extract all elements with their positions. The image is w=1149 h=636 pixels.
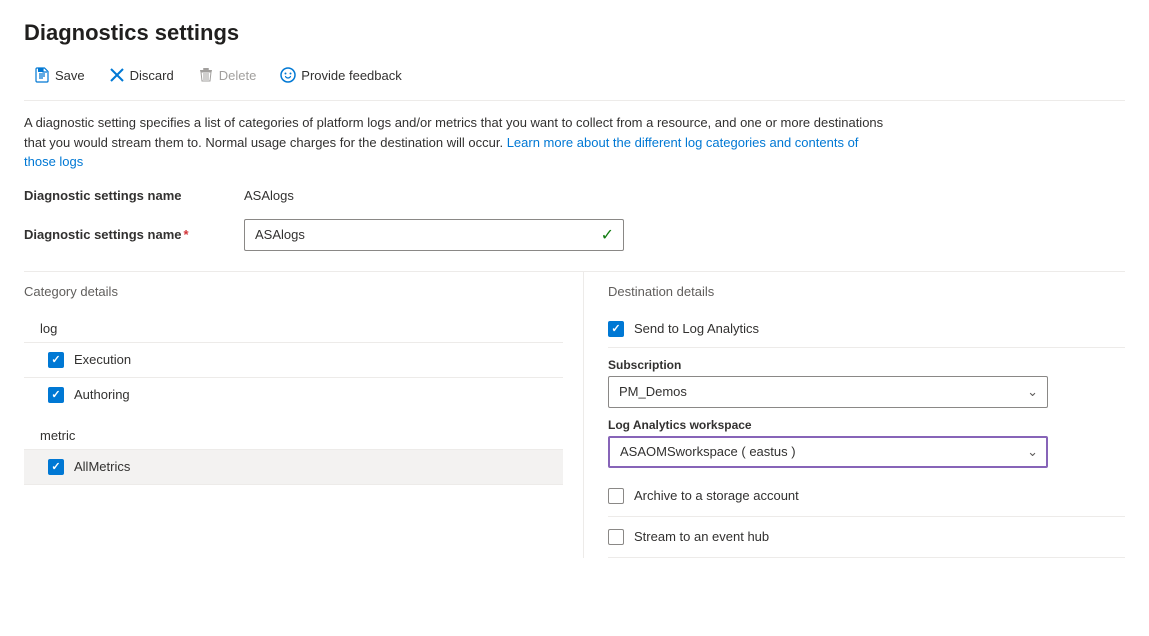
metric-group: metric AllMetrics: [24, 420, 563, 485]
subscription-select[interactable]: PM_Demos: [608, 376, 1048, 408]
input-valid-icon: ✓: [601, 225, 614, 245]
subscription-section: Subscription PM_Demos ⌄: [608, 358, 1125, 408]
log-group-label: log: [24, 311, 563, 342]
delete-icon: [198, 67, 214, 83]
settings-name-static-row: Diagnostic settings name ASAlogs: [24, 188, 1125, 203]
category-item-allmetrics: AllMetrics: [24, 449, 563, 485]
settings-name-static-label: Diagnostic settings name: [24, 188, 244, 203]
category-item-authoring: Authoring: [24, 377, 563, 412]
page-title: Diagnostics settings: [24, 20, 1125, 46]
execution-label: Execution: [74, 352, 131, 367]
stream-event-hub-label: Stream to an event hub: [634, 529, 769, 544]
archive-storage-row: Archive to a storage account: [608, 476, 1125, 517]
two-col-layout: Category details log Execution Authoring…: [24, 271, 1125, 558]
description-block: A diagnostic setting specifies a list of…: [24, 113, 884, 172]
subscription-select-wrapper: PM_Demos ⌄: [608, 376, 1048, 408]
metric-group-label: metric: [24, 420, 563, 449]
archive-storage-label: Archive to a storage account: [634, 488, 799, 503]
required-indicator: *: [183, 227, 188, 242]
archive-storage-checkbox[interactable]: [608, 488, 624, 504]
delete-label: Delete: [219, 68, 257, 83]
authoring-label: Authoring: [74, 387, 130, 402]
feedback-button[interactable]: Provide feedback: [270, 62, 411, 88]
save-icon: [34, 67, 50, 83]
save-button[interactable]: Save: [24, 62, 95, 88]
discard-button[interactable]: Discard: [99, 62, 184, 88]
authoring-checkbox[interactable]: [48, 387, 64, 403]
send-log-analytics-row: Send to Log Analytics: [608, 311, 1125, 348]
execution-checkbox[interactable]: [48, 352, 64, 368]
category-item-execution: Execution: [24, 342, 563, 377]
feedback-icon: [280, 67, 296, 83]
workspace-select[interactable]: ASAOMSworkspace ( eastus ): [608, 436, 1048, 468]
feedback-label: Provide feedback: [301, 68, 401, 83]
category-section-title: Category details: [24, 284, 563, 299]
name-input-wrapper: ✓: [244, 219, 624, 251]
workspace-label: Log Analytics workspace: [608, 418, 1125, 432]
form-name-row: Diagnostic settings name* ✓: [24, 219, 1125, 251]
workspace-section: Log Analytics workspace ASAOMSworkspace …: [608, 418, 1125, 468]
allmetrics-checkbox[interactable]: [48, 459, 64, 475]
right-column: Destination details Send to Log Analytic…: [584, 272, 1125, 558]
toolbar: Save Discard Delete Provide feedback: [24, 62, 1125, 101]
discard-icon: [109, 67, 125, 83]
send-log-analytics-checkbox[interactable]: [608, 321, 624, 337]
delete-button[interactable]: Delete: [188, 62, 267, 88]
workspace-select-wrapper: ASAOMSworkspace ( eastus ) ⌄: [608, 436, 1048, 468]
save-label: Save: [55, 68, 85, 83]
subscription-label: Subscription: [608, 358, 1125, 372]
stream-event-hub-row: Stream to an event hub: [608, 517, 1125, 558]
discard-label: Discard: [130, 68, 174, 83]
destination-section-title: Destination details: [608, 284, 1125, 299]
left-column: Category details log Execution Authoring…: [24, 272, 584, 558]
diagnostic-name-input[interactable]: [244, 219, 624, 251]
settings-name-static-value: ASAlogs: [244, 188, 294, 203]
send-log-analytics-label: Send to Log Analytics: [634, 321, 759, 336]
allmetrics-label: AllMetrics: [74, 459, 130, 474]
form-name-label: Diagnostic settings name*: [24, 227, 244, 242]
stream-event-hub-checkbox[interactable]: [608, 529, 624, 545]
page-container: Diagnostics settings Save Discard Delete: [0, 0, 1149, 636]
